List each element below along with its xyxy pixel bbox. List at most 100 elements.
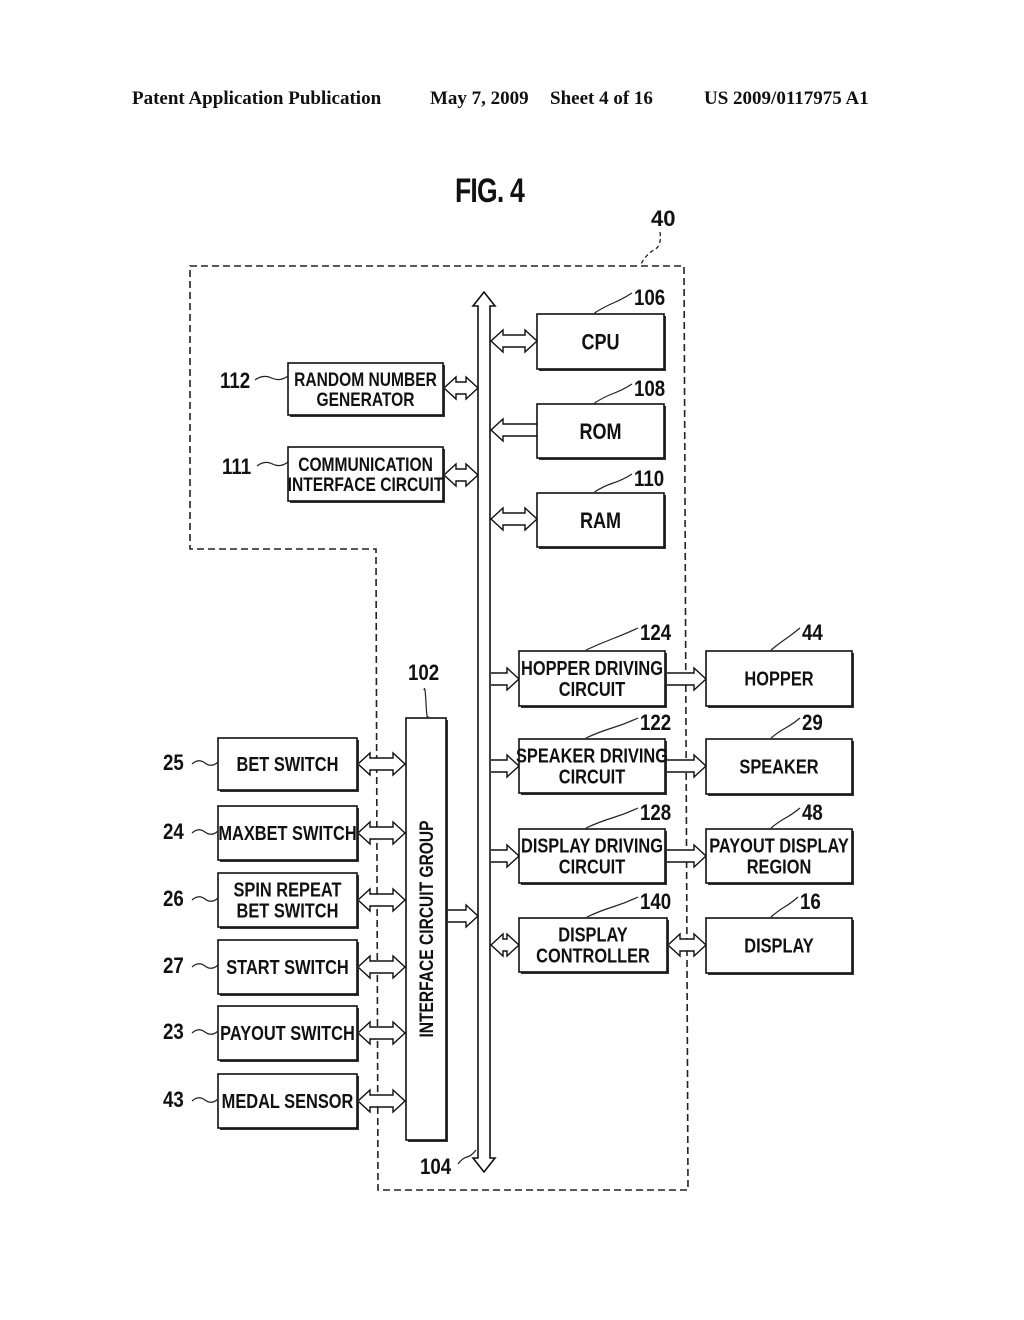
link-start-switch	[356, 954, 407, 980]
link-rom	[489, 417, 537, 443]
reference-number: 27	[163, 955, 184, 979]
reference-number: 102	[408, 662, 439, 686]
block-rom: ROM	[536, 403, 666, 460]
leader-line	[585, 717, 639, 739]
reference-number: 25	[163, 752, 184, 776]
reference-number: 124	[640, 622, 672, 646]
box-label: RANDOM NUMBER	[294, 368, 437, 390]
box-label: PAYOUT DISPLAY	[709, 834, 849, 857]
box-label: COMMUNICATION	[298, 453, 433, 475]
interface-circuit-group: INTERFACE CIRCUIT GROUP	[405, 717, 448, 1142]
block-display: DISPLAY	[705, 917, 854, 975]
block-rng: RANDOM NUMBERGENERATOR	[287, 362, 445, 417]
leader-line	[191, 1029, 219, 1035]
leader-line	[191, 963, 219, 969]
leader-line	[594, 473, 633, 493]
leader-line	[586, 896, 639, 918]
reference-number: 106	[634, 287, 665, 311]
leader-line	[191, 760, 219, 766]
reference-number: 128	[640, 802, 671, 826]
box-label: DISPLAY DRIVING	[521, 834, 663, 857]
reference-number: 112	[220, 370, 250, 394]
reference-number: 111	[222, 456, 251, 480]
box-label: HOPPER	[744, 667, 813, 690]
link-medal-sensor	[356, 1088, 407, 1114]
reference-number: 29	[802, 712, 823, 736]
block-display-controller: DISPLAYCONTROLLER	[518, 917, 669, 974]
box-label: ROM	[579, 420, 621, 444]
box-label: BET SWITCH	[237, 899, 339, 922]
box-label: CIRCUIT	[559, 765, 625, 788]
leader-line	[254, 375, 289, 381]
box-label: BET SWITCH	[237, 753, 339, 776]
link-comm	[442, 462, 480, 488]
box-label: DISPLAY	[744, 934, 813, 957]
link-ram	[489, 506, 539, 532]
reference-number: 122	[640, 712, 671, 736]
reference-number: 26	[163, 888, 184, 912]
leader-line	[585, 807, 639, 829]
leader-line	[585, 627, 639, 651]
block-speaker-driver: SPEAKER DRIVINGCIRCUIT	[516, 738, 668, 795]
leader-line	[639, 231, 662, 267]
reference-number: 44	[802, 622, 823, 646]
link-display-driver	[491, 843, 521, 869]
leader-line	[423, 687, 429, 719]
block-comm: COMMUNICATIONINTERFACE CIRCUIT	[287, 446, 445, 503]
reference-number: 110	[634, 468, 664, 492]
box-label: DISPLAY	[558, 923, 627, 946]
link-rng	[442, 375, 480, 401]
leader-line	[770, 717, 801, 739]
box-label: SPIN REPEAT	[233, 878, 341, 901]
reference-number: 24	[163, 821, 184, 845]
block-bet-switch: BET SWITCH	[217, 737, 359, 792]
box-label: HOPPER DRIVING	[521, 657, 663, 680]
block-display-driver: DISPLAY DRIVINGCIRCUIT	[518, 828, 667, 885]
block-maxbet-switch: MAXBET SWITCH	[217, 805, 359, 862]
block-payout-display: PAYOUT DISPLAYREGION	[705, 828, 854, 885]
box-label: INTERFACE CIRCUIT	[288, 473, 444, 495]
leader-line	[594, 383, 633, 404]
leader-line	[191, 1097, 219, 1103]
reference-number: 40	[651, 206, 675, 231]
reference-number: 16	[800, 891, 821, 915]
leader-line	[594, 292, 633, 314]
system-bus	[471, 290, 497, 1174]
link-speaker-driver	[491, 753, 521, 779]
link-hopper-driver	[491, 666, 521, 692]
link-maxbet-switch	[356, 820, 407, 846]
block-medal-sensor: MEDAL SENSOR	[217, 1073, 359, 1130]
leader-line	[770, 896, 799, 918]
leader-line	[457, 1149, 477, 1165]
leader-line	[770, 807, 801, 829]
block-payout-switch: PAYOUT SWITCH	[217, 1005, 359, 1062]
box-label: START SWITCH	[226, 956, 349, 979]
leader-line	[256, 461, 289, 467]
reference-number: 23	[163, 1021, 184, 1045]
interface-to-bus-arrow	[447, 903, 480, 929]
reference-number: 104	[420, 1156, 452, 1180]
reference-number: 43	[163, 1089, 184, 1113]
box-label: CIRCUIT	[559, 678, 625, 701]
block-cpu: CPU	[536, 313, 666, 371]
box-label: RAM	[580, 509, 621, 533]
box-label: CPU	[581, 331, 619, 355]
reference-number: 140	[640, 891, 671, 915]
block-diagram: 40 104 INTERFACE CIRCUIT GROUP 102 RANDOM N…	[163, 206, 854, 1191]
box-label: PAYOUT SWITCH	[220, 1022, 355, 1045]
link-bet-switch	[356, 751, 407, 777]
block-speaker: SPEAKER	[705, 738, 854, 796]
leader-line	[191, 829, 219, 835]
block-spin-repeat: SPIN REPEATBET SWITCH	[217, 872, 359, 929]
link-cpu	[489, 328, 539, 354]
box-label: CONTROLLER	[536, 944, 650, 967]
link-payout-switch	[356, 1020, 407, 1046]
leader-line	[191, 896, 219, 902]
box-label: GENERATOR	[316, 388, 414, 410]
reference-number: 108	[634, 378, 665, 402]
block-ram: RAM	[536, 492, 666, 549]
box-label: REGION	[747, 855, 812, 878]
reference-number: 48	[802, 802, 823, 826]
box-label: INTERFACE CIRCUIT GROUP	[416, 820, 438, 1037]
block-hopper-driver: HOPPER DRIVINGCIRCUIT	[518, 650, 667, 708]
